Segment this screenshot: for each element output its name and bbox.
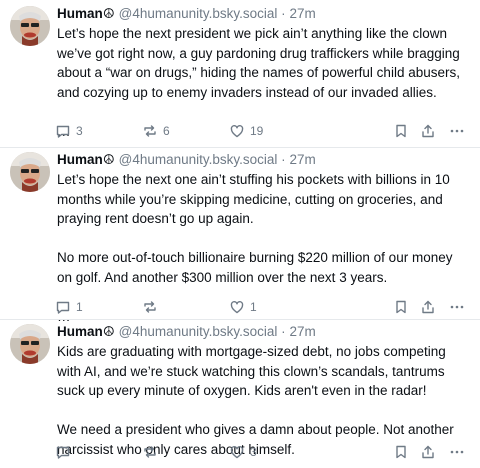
author-name[interactable]: Human☮ (57, 152, 115, 167)
author-handle[interactable]: @4humanunity.bsky.social (119, 152, 278, 167)
like-icon (230, 300, 244, 314)
share-icon (422, 124, 434, 138)
reply-button[interactable] (55, 444, 76, 460)
author-handle[interactable]: @4humanunity.bsky.social (119, 6, 278, 21)
repost-icon (144, 446, 156, 458)
author-name[interactable]: Human☮ (57, 324, 115, 339)
like-button[interactable]: 3 (229, 444, 257, 460)
post-header: Human☮ @4humanunity.bsky.social · 27m (57, 152, 316, 168)
post-actions: 1 1 (55, 299, 473, 319)
repost-count: 6 (163, 124, 170, 138)
avatar[interactable] (10, 152, 50, 192)
like-button[interactable]: 19 (229, 123, 263, 139)
like-count: 3 (250, 445, 257, 459)
separator: · (281, 152, 286, 167)
post-header: Human☮ @4humanunity.bsky.social · 27m (57, 6, 316, 22)
like-count: 19 (250, 124, 264, 138)
post-2[interactable]: Human☮ @4humanunity.bsky.social · 27m Le… (0, 148, 480, 324)
more-options-button[interactable] (449, 299, 465, 315)
bookmark-button[interactable] (393, 299, 409, 315)
post-3[interactable]: Human☮ @4humanunity.bsky.social · 27m Ki… (0, 320, 480, 468)
repost-icon (144, 301, 156, 313)
reply-count: 3 (76, 124, 83, 138)
more-icon (450, 450, 464, 454)
more-options-button[interactable] (449, 444, 465, 460)
share-icon (422, 300, 434, 314)
more-icon (450, 305, 464, 309)
repost-button[interactable] (142, 444, 163, 460)
timestamp[interactable]: 27m (289, 152, 315, 167)
bookmark-icon (396, 124, 406, 138)
author-name[interactable]: Human☮ (57, 6, 115, 21)
post-actions: 3 6 19 (55, 123, 473, 143)
avatar-image (10, 6, 50, 46)
like-count: 1 (250, 300, 257, 314)
repost-button[interactable] (142, 299, 163, 315)
reply-button[interactable]: 1 (55, 299, 83, 315)
bookmark-icon (396, 445, 406, 459)
reply-button[interactable]: 3 (55, 123, 83, 139)
more-icon (450, 129, 464, 133)
author-handle[interactable]: @4humanunity.bsky.social (119, 324, 278, 339)
share-button[interactable] (420, 444, 436, 460)
repost-icon (144, 125, 156, 137)
reply-icon (56, 125, 70, 138)
post-text: Kids are graduating with mortgage-sized … (57, 344, 454, 457)
timestamp[interactable]: 27m (289, 324, 315, 339)
post-1[interactable]: Human☮ @4humanunity.bsky.social · 27m Le… (0, 0, 480, 148)
reply-count: 1 (76, 300, 83, 314)
share-button[interactable] (420, 123, 436, 139)
reply-icon (56, 301, 70, 314)
like-button[interactable]: 1 (229, 299, 257, 315)
avatar[interactable] (10, 324, 50, 364)
post-actions: 3 (55, 444, 473, 464)
separator: · (281, 324, 286, 339)
like-icon (230, 445, 244, 459)
separator: · (281, 6, 286, 21)
repost-button[interactable]: 6 (142, 123, 170, 139)
avatar-image (10, 152, 50, 192)
reply-icon (56, 446, 70, 459)
timestamp[interactable]: 27m (289, 6, 315, 21)
like-icon (230, 124, 244, 138)
bookmark-icon (396, 300, 406, 314)
share-button[interactable] (420, 299, 436, 315)
bookmark-button[interactable] (393, 123, 409, 139)
share-icon (422, 445, 434, 459)
avatar[interactable] (10, 6, 50, 46)
post-header: Human☮ @4humanunity.bsky.social · 27m (57, 324, 316, 340)
avatar-image (10, 324, 50, 364)
bookmark-button[interactable] (393, 444, 409, 460)
more-options-button[interactable] (449, 123, 465, 139)
